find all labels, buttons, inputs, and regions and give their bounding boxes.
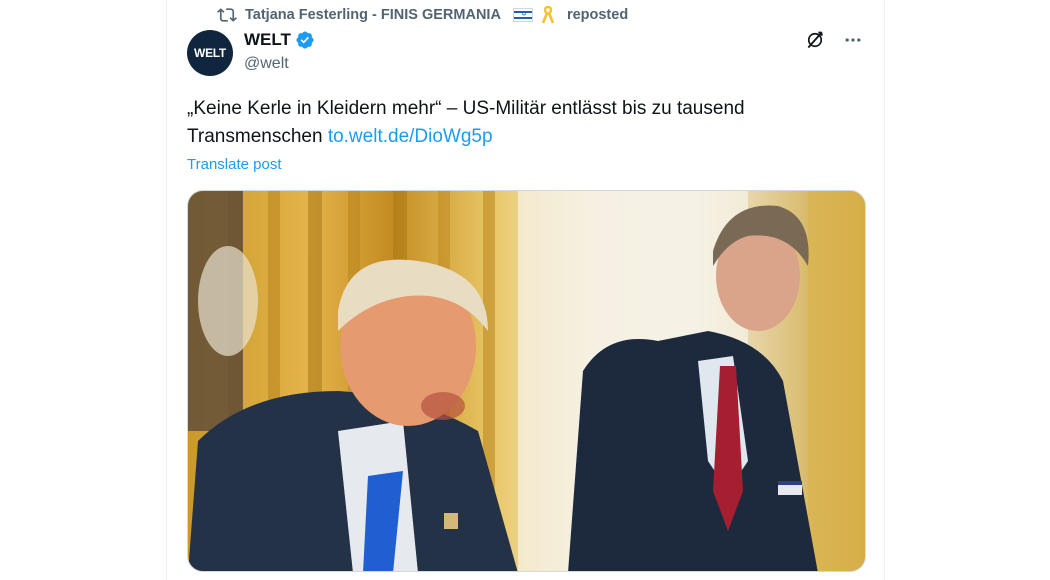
author-handle[interactable]: @welt: [244, 55, 315, 73]
post-image[interactable]: [187, 190, 866, 572]
repost-icon: [217, 5, 237, 25]
avatar-text: WELT: [194, 46, 226, 60]
yellow-ribbon-icon: [541, 5, 555, 24]
avatar[interactable]: WELT: [187, 30, 233, 76]
timeline-column: Tatjana Festerling - FINIS GERMANIA ✡ re…: [166, 0, 885, 580]
post-image-illustration: [188, 191, 865, 571]
translate-post-link[interactable]: Translate post: [187, 156, 282, 173]
more-options-icon[interactable]: [842, 29, 864, 51]
repost-context[interactable]: Tatjana Festerling - FINIS GERMANIA ✡ re…: [217, 5, 628, 25]
post-link[interactable]: to.welt.de/DioWg5p: [328, 126, 493, 147]
israel-flag-icon: ✡: [512, 8, 533, 22]
post-text: „Keine Kerle in Kleidern mehr“ – US-Mili…: [187, 95, 857, 151]
post-top-actions: [804, 29, 864, 51]
verified-badge-icon[interactable]: [295, 30, 315, 50]
reposter-name[interactable]: Tatjana Festerling - FINIS GERMANIA: [245, 7, 501, 23]
grok-icon[interactable]: [804, 29, 826, 51]
author-name[interactable]: WELT: [244, 30, 291, 50]
author-block: WELT @welt: [244, 30, 315, 73]
reposted-label: reposted: [566, 7, 629, 23]
